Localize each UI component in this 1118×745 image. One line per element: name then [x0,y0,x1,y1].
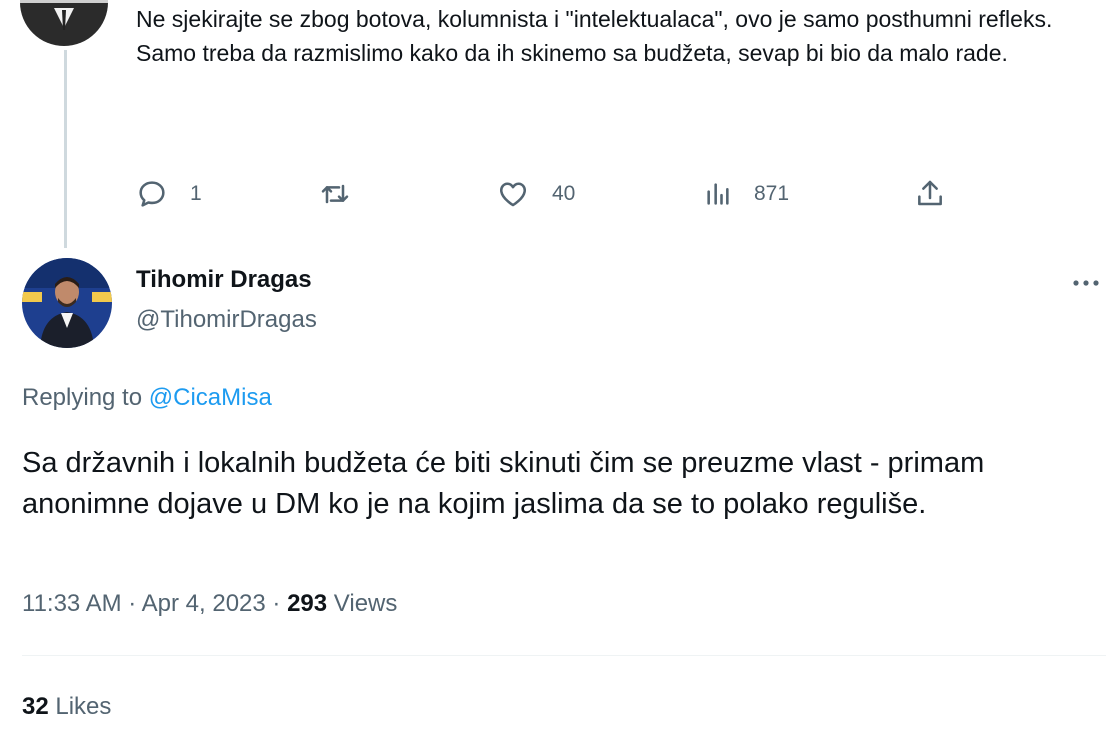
more-options-button[interactable] [1066,268,1106,298]
parent-tweet-line: Ne sjekirajte se zbog botova, kolumnista… [136,6,1053,32]
likes-label: Likes [55,693,112,720]
thread-connector-line [64,50,67,248]
share-icon [918,180,942,206]
meta-separator: · [272,590,281,617]
author-handle[interactable]: @TihomirDragas [136,306,317,334]
section-divider [22,655,1106,656]
like-count: 40 [552,182,576,205]
replying-to-prefix: Replying to [22,384,143,411]
like-button[interactable]: 40 [496,174,575,214]
author-avatar[interactable] [22,258,112,348]
likes-summary-link[interactable]: 32 Likes [22,693,111,721]
parent-tweet-text: Ne sjekirajte se zbog botova, kolumnista… [136,2,1111,70]
replying-to-line: Replying to @CicaMisa [22,384,272,412]
retweet-icon [321,184,349,204]
tweet-time[interactable]: 11:33 AM [22,590,122,617]
speech-bubble-icon [139,181,165,207]
tweet-views-count: 293 [287,590,328,617]
avatar-image [22,258,112,348]
tweet-text: Sa državnih i lokalnih budžeta će biti s… [22,447,985,520]
views-button[interactable]: 871 [704,174,789,214]
avatar-image [20,0,108,46]
meta-separator: · [128,590,137,617]
retweet-button[interactable] [318,174,374,214]
author-name[interactable]: Tihomir Dragas [136,266,312,294]
likes-count: 32 [22,693,49,720]
tweet-date[interactable]: Apr 4, 2023 [142,590,266,617]
parent-author-avatar[interactable] [20,0,108,46]
parent-tweet-line: Samo treba da razmislimo kako da ih skin… [136,40,1008,66]
tweet-metadata: 11:33 AM · Apr 4, 2023 · 293 Views [22,590,397,618]
reply-button[interactable]: 1 [136,174,202,214]
ellipsis-icon [1073,280,1099,286]
reply-count: 1 [190,182,202,205]
heart-icon [500,182,526,207]
bar-chart-icon [707,183,729,205]
tweet-views-label: Views [333,590,398,617]
share-button[interactable] [914,174,946,214]
replying-to-handle-link[interactable]: @CicaMisa [149,384,272,411]
views-count: 871 [754,182,790,205]
